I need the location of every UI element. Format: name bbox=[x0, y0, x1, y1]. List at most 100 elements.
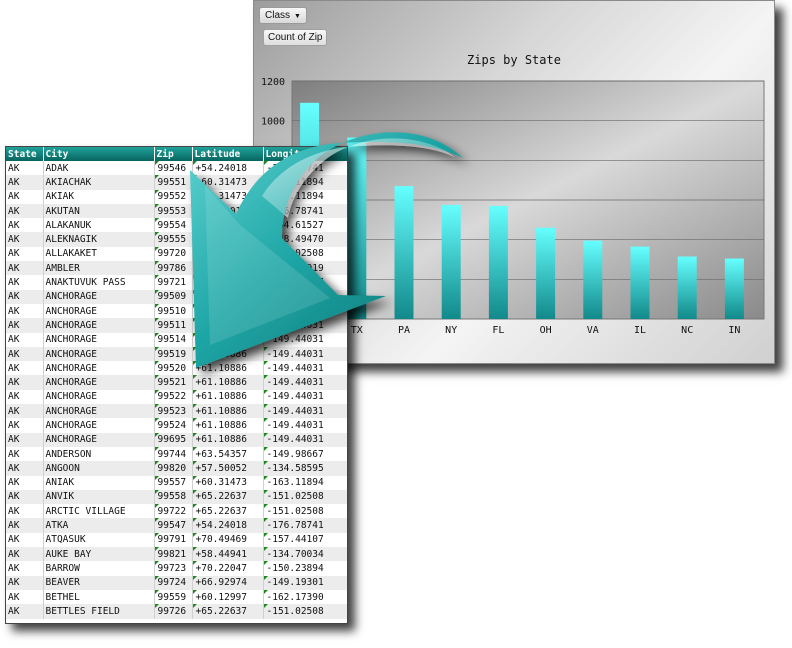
latitude-cell[interactable]: +70.22047 bbox=[192, 561, 264, 576]
zip-cell[interactable]: 99520 bbox=[154, 361, 193, 376]
state-cell[interactable]: AK bbox=[6, 261, 44, 276]
state-cell[interactable]: AK bbox=[6, 561, 44, 576]
longitude-cell[interactable]: -162.17390 bbox=[263, 589, 347, 605]
zip-cell[interactable]: 99551 bbox=[154, 175, 193, 190]
zip-cell[interactable]: 99522 bbox=[154, 389, 193, 405]
state-cell[interactable]: AK bbox=[6, 575, 44, 590]
table-row[interactable]: AK ANCHORAGE 99514 +61.10886 -149.44031 bbox=[6, 332, 347, 347]
bar-ny[interactable] bbox=[441, 204, 461, 319]
latitude-cell[interactable]: +61.10886 bbox=[192, 404, 264, 419]
longitude-cell[interactable]: -176.78741 bbox=[263, 161, 347, 176]
latitude-cell[interactable]: +65.22637 bbox=[192, 246, 264, 262]
zip-cell[interactable]: 99695 bbox=[154, 432, 193, 447]
city-cell[interactable]: ANCHORAGE bbox=[43, 346, 155, 362]
state-cell[interactable]: AK bbox=[6, 203, 44, 219]
table-row[interactable]: AK ANCHORAGE 99519 +61.10886 -149.44031 bbox=[6, 346, 347, 362]
zip-cell[interactable]: 99524 bbox=[154, 418, 193, 433]
city-cell[interactable]: ALEKNAGIK bbox=[43, 232, 155, 247]
state-cell[interactable]: AK bbox=[6, 418, 44, 433]
city-cell[interactable]: ANVIK bbox=[43, 489, 155, 505]
longitude-cell[interactable]: -149.44031 bbox=[263, 318, 347, 333]
state-cell[interactable]: AK bbox=[6, 318, 44, 333]
longitude-cell[interactable]: -134.70034 bbox=[263, 547, 347, 562]
state-cell[interactable]: AK bbox=[6, 218, 44, 233]
longitude-cell[interactable]: -151.02508 bbox=[263, 246, 347, 262]
city-cell[interactable]: BETHEL bbox=[43, 589, 155, 605]
table-row[interactable]: AK BARROW 99723 +70.22047 -150.23894 bbox=[6, 561, 347, 576]
table-row[interactable]: AK ANGOON 99820 +57.50052 -134.58595 bbox=[6, 461, 347, 476]
state-cell[interactable]: AK bbox=[6, 175, 44, 190]
city-cell[interactable]: ANGOON bbox=[43, 461, 155, 476]
table-row[interactable]: AK ALEKNAGIK 99555 +58.94172 -158.49470 bbox=[6, 232, 347, 247]
state-cell[interactable]: AK bbox=[6, 389, 44, 405]
state-cell[interactable]: AK bbox=[6, 189, 44, 204]
longitude-cell[interactable]: -161.11894 bbox=[263, 175, 347, 190]
longitude-cell[interactable]: -163.11894 bbox=[263, 475, 347, 490]
zip-cell[interactable]: 99721 bbox=[154, 275, 193, 290]
zip-cell[interactable]: 99511 bbox=[154, 318, 193, 333]
table-row[interactable]: AK BETTLES FIELD 99726 +65.22637 -151.02508 bbox=[6, 604, 347, 619]
table-row[interactable]: AK ADAK 99546 +54.24018 -176.78741 bbox=[6, 161, 347, 176]
latitude-cell[interactable]: +61.10886 bbox=[192, 289, 264, 304]
latitude-cell[interactable]: +66.92974 bbox=[192, 575, 264, 590]
state-cell[interactable]: AK bbox=[6, 275, 44, 290]
longitude-cell[interactable]: -149.44031 bbox=[263, 418, 347, 433]
latitude-cell[interactable]: +60.12997 bbox=[192, 589, 264, 605]
table-row[interactable]: AK ANCHORAGE 99523 +61.10886 -149.44031 bbox=[6, 404, 347, 419]
city-cell[interactable]: ALAKANUK bbox=[43, 218, 155, 233]
state-cell[interactable]: AK bbox=[6, 446, 44, 462]
city-cell[interactable]: ANCHORAGE bbox=[43, 432, 155, 447]
zip-cell[interactable]: 99723 bbox=[154, 561, 193, 576]
city-cell[interactable]: AKIAK bbox=[43, 189, 155, 204]
city-cell[interactable]: ANAKTUVUK PASS bbox=[43, 275, 155, 290]
latitude-cell[interactable]: +65.22637 bbox=[192, 504, 264, 519]
table-row[interactable]: AK AKUTAN 99553 +54.24018 -176.78741 bbox=[6, 203, 347, 219]
latitude-cell[interactable]: +61.10886 bbox=[192, 418, 264, 433]
table-row[interactable]: AK ANIAK 99557 +60.31473 -163.11894 bbox=[6, 475, 347, 490]
latitude-cell[interactable]: +54.24018 bbox=[192, 203, 264, 219]
latitude-cell[interactable]: +60.31473 bbox=[192, 475, 264, 490]
zip-cell[interactable]: 99791 bbox=[154, 532, 193, 548]
longitude-cell[interactable]: -151.02508 bbox=[263, 504, 347, 519]
bar-in[interactable] bbox=[724, 258, 744, 319]
latitude-cell[interactable]: +61.10886 bbox=[192, 318, 264, 333]
longitude-cell[interactable]: -149.44031 bbox=[263, 404, 347, 419]
latitude-cell[interactable]: +54.24018 bbox=[192, 161, 264, 176]
city-cell[interactable]: ANCHORAGE bbox=[43, 289, 155, 304]
column-header-city[interactable]: City bbox=[43, 147, 155, 161]
table-row[interactable]: AK ATKA 99547 +54.24018 -176.78741 bbox=[6, 518, 347, 533]
city-cell[interactable]: ANIAK bbox=[43, 475, 155, 490]
longitude-cell[interactable]: -176.78741 bbox=[263, 203, 347, 219]
zip-cell[interactable]: 99786 bbox=[154, 261, 193, 276]
state-cell[interactable]: AK bbox=[6, 475, 44, 490]
zip-cell[interactable]: 99553 bbox=[154, 203, 193, 219]
longitude-cell[interactable]: -150.23894 bbox=[263, 561, 347, 576]
longitude-cell[interactable]: -149.19301 bbox=[263, 575, 347, 590]
latitude-cell[interactable]: +65.22637 bbox=[192, 489, 264, 505]
longitude-cell[interactable]: -149.44031 bbox=[263, 303, 347, 319]
zip-cell[interactable]: 99720 bbox=[154, 246, 193, 262]
state-cell[interactable]: AK bbox=[6, 361, 44, 376]
latitude-cell[interactable]: +54.24018 bbox=[192, 518, 264, 533]
state-cell[interactable]: AK bbox=[6, 289, 44, 304]
city-cell[interactable]: ATKA bbox=[43, 518, 155, 533]
city-cell[interactable]: ANCHORAGE bbox=[43, 375, 155, 390]
bar-pa[interactable] bbox=[394, 186, 414, 319]
state-cell[interactable]: AK bbox=[6, 303, 44, 319]
latitude-cell[interactable]: +57.50052 bbox=[192, 461, 264, 476]
state-cell[interactable]: AK bbox=[6, 432, 44, 447]
zip-cell[interactable]: 99821 bbox=[154, 547, 193, 562]
table-row[interactable]: AK ATQASUK 99791 +70.49469 -157.44107 bbox=[6, 532, 347, 548]
longitude-cell[interactable]: -176.78741 bbox=[263, 518, 347, 533]
city-cell[interactable]: ALLAKAKET bbox=[43, 246, 155, 262]
longitude-cell[interactable]: -151.02508 bbox=[263, 489, 347, 505]
longitude-cell[interactable]: -164.61527 bbox=[263, 218, 347, 233]
city-cell[interactable]: ATQASUK bbox=[43, 532, 155, 548]
zip-cell[interactable]: 99509 bbox=[154, 289, 193, 304]
latitude-cell[interactable]: +70.49469 bbox=[192, 532, 264, 548]
column-header-state[interactable]: State bbox=[6, 147, 44, 161]
table-row[interactable]: AK ALAKANUK 99554 +62.68897 -164.61527 bbox=[6, 218, 347, 233]
state-cell[interactable]: AK bbox=[6, 518, 44, 533]
state-cell[interactable]: AK bbox=[6, 232, 44, 247]
state-cell[interactable]: AK bbox=[6, 504, 44, 519]
